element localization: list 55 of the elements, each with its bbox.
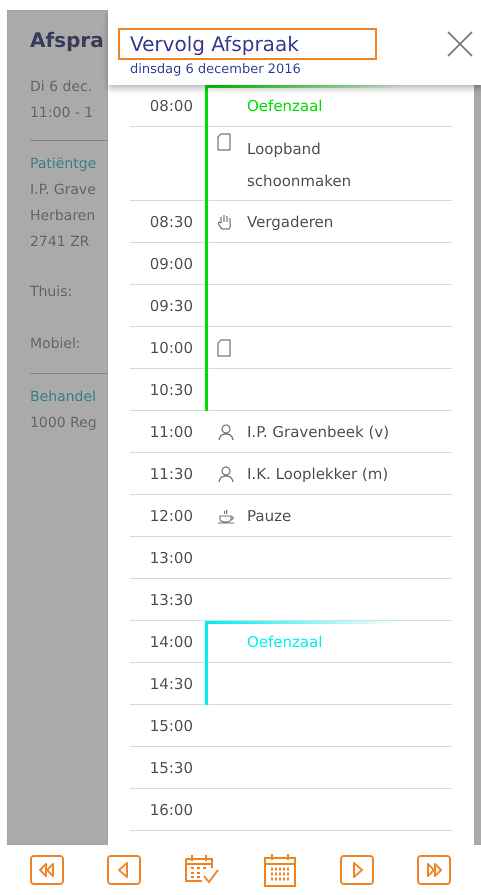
time-label: 13:30 <box>150 590 193 608</box>
event-text: Oefenzaal <box>247 96 322 116</box>
event-text: Vergaderen <box>247 212 334 232</box>
time-label: 11:00 <box>150 422 193 440</box>
time-label: 16:00 <box>150 800 193 818</box>
time-label: 09:00 <box>150 254 193 272</box>
time-label: 13:00 <box>150 548 193 566</box>
page-text: I.P. Grave <box>30 181 97 200</box>
pick-button[interactable] <box>184 854 220 886</box>
event-text: Pauze <box>247 506 292 526</box>
hand-icon <box>217 212 233 230</box>
time-label: 08:00 <box>150 96 193 114</box>
time-label: 09:30 <box>150 296 193 314</box>
time-label: 12:00 <box>150 506 193 524</box>
page-text: 11:00 - 1 <box>30 104 94 123</box>
time-slot[interactable] <box>205 285 452 327</box>
event-text: Loopband schoonmaken <box>247 139 352 192</box>
time-label: 15:30 <box>150 758 193 776</box>
page-title: Afspra <box>30 28 105 52</box>
dialog-title: Vervolg Afspraak <box>118 28 377 60</box>
first-button[interactable] <box>30 855 64 885</box>
time-label: 08:30 <box>150 212 193 230</box>
time-slot[interactable] <box>205 663 452 705</box>
calendar-button[interactable] <box>263 853 298 887</box>
document-icon <box>217 338 231 356</box>
time-slot[interactable] <box>205 243 452 285</box>
page-text: 2741 ZR <box>30 233 90 252</box>
time-label: 14:00 <box>150 632 193 650</box>
last-button[interactable] <box>417 855 452 885</box>
time-label: 14:30 <box>150 674 193 692</box>
time-slot[interactable]: Vergaderen <box>205 201 452 243</box>
document-icon <box>217 133 231 151</box>
event-text: Oefenzaal <box>247 632 322 652</box>
close-icon[interactable] <box>447 31 473 57</box>
page-text: Patiëntge <box>30 155 98 174</box>
time-slot[interactable] <box>205 369 452 411</box>
page-text: Mobiel: <box>30 335 82 354</box>
time-label: 11:30 <box>150 464 193 482</box>
page-text: Herbaren <box>30 207 96 226</box>
page-text: Di 6 dec. <box>30 78 94 97</box>
page-text: Thuis: <box>30 283 74 302</box>
event-text: I.P. Gravenbeek (v) <box>247 422 390 442</box>
next-button[interactable] <box>340 855 374 885</box>
time-label: 15:00 <box>150 716 193 734</box>
page-text: Behandel <box>30 388 97 407</box>
person-icon <box>217 422 235 440</box>
time-slot[interactable]: Loopband schoonmaken <box>205 127 452 201</box>
time-label: 10:30 <box>150 380 193 398</box>
time-slot[interactable] <box>205 327 452 369</box>
page-text: 1000 Reg <box>30 414 98 433</box>
prev-button[interactable] <box>106 855 141 885</box>
time-label: 10:00 <box>150 338 193 356</box>
person-icon <box>217 464 235 482</box>
dialog-date: dinsdag 6 december 2016 <box>129 62 302 77</box>
event-text: I.K. Looplekker (m) <box>247 464 388 484</box>
